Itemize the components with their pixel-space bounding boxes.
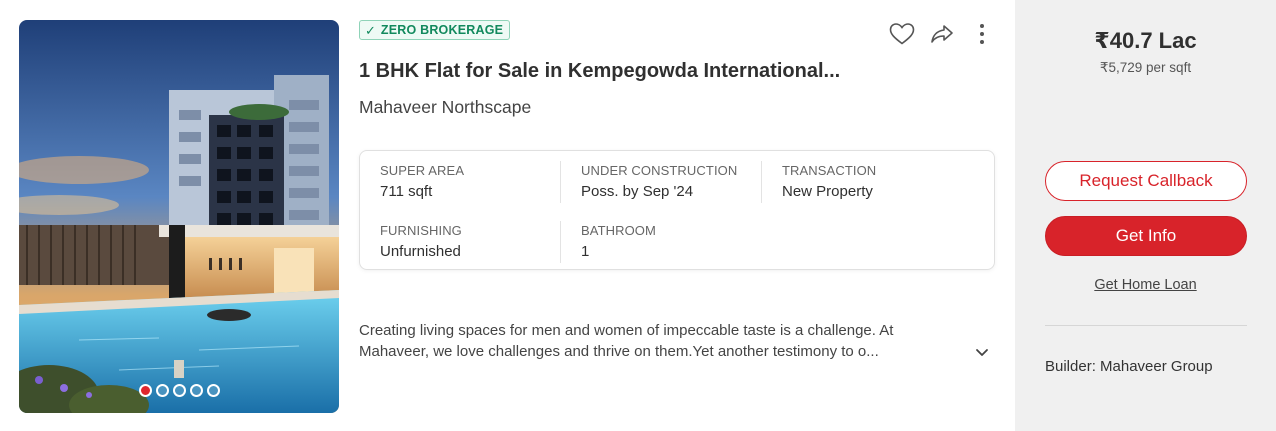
gallery-dots [19, 384, 339, 397]
property-summary: SUPER AREA 711 sqft UNDER CONSTRUCTION P… [359, 150, 995, 270]
gallery-dot-3[interactable] [172, 384, 186, 397]
chevron-down-icon[interactable] [972, 342, 992, 362]
summary-furnishing: FURNISHING Unfurnished [380, 223, 565, 260]
gallery-dot-2[interactable] [155, 384, 169, 397]
summary-value: Poss. by Sep '24 [581, 183, 694, 200]
project-name[interactable]: Mahaveer Northscape [359, 97, 531, 118]
summary-label: BATHROOM [581, 223, 656, 238]
gallery-dot-5[interactable] [206, 384, 220, 397]
summary-label: UNDER CONSTRUCTION [581, 163, 738, 178]
description-line-2: Mahaveer, we love challenges and thrive … [359, 343, 879, 360]
share-icon[interactable] [928, 20, 956, 48]
listing-title[interactable]: 1 BHK Flat for Sale in Kempegowda Intern… [359, 60, 840, 83]
summary-super-area: SUPER AREA 711 sqft [380, 163, 565, 200]
divider [560, 221, 561, 263]
gallery-dot-4[interactable] [189, 384, 203, 397]
divider [761, 161, 762, 203]
kebab-menu-icon[interactable] [968, 20, 996, 48]
request-callback-button[interactable]: Request Callback [1045, 161, 1247, 201]
summary-value: 711 sqft [380, 183, 433, 200]
summary-transaction: TRANSACTION New Property [782, 163, 967, 200]
property-description: Creating living spaces for men and women… [359, 320, 971, 362]
card-actions [888, 20, 996, 48]
get-info-button[interactable]: Get Info [1045, 216, 1247, 256]
description-line-1: Creating living spaces for men and women… [359, 322, 894, 339]
summary-under-construction: UNDER CONSTRUCTION Poss. by Sep '24 [581, 163, 766, 200]
builder-name[interactable]: Builder: Mahaveer Group [1045, 358, 1213, 375]
price: ₹40.7 Lac [1094, 28, 1197, 53]
summary-value: New Property [782, 183, 873, 200]
check-icon: ✓ [365, 22, 376, 38]
pricing-panel: ₹40.7 Lac ₹5,729 per sqft Request Callba… [1015, 0, 1276, 431]
badge-label: ZERO BROKERAGE [380, 23, 504, 37]
building-illustration [19, 20, 339, 413]
divider [1045, 325, 1247, 326]
heart-icon[interactable] [888, 20, 916, 48]
price-per-sqft: ₹5,729 per sqft [1099, 60, 1192, 75]
property-photo[interactable] [19, 20, 339, 413]
zero-brokerage-badge: ✓ ZERO BROKERAGE [359, 20, 511, 40]
summary-value: Unfurnished [380, 243, 461, 260]
summary-label: TRANSACTION [782, 163, 877, 178]
summary-bathroom: BATHROOM 1 [581, 223, 766, 260]
get-home-loan-link[interactable]: Get Home Loan [1015, 277, 1276, 293]
summary-label: SUPER AREA [380, 163, 465, 178]
divider [560, 161, 561, 203]
property-card: ✓ ZERO BROKERAGE 1 BHK Flat for Sale in … [0, 0, 1276, 431]
summary-label: FURNISHING [380, 223, 462, 238]
summary-value: 1 [581, 243, 590, 260]
gallery-dot-1[interactable] [138, 384, 152, 397]
